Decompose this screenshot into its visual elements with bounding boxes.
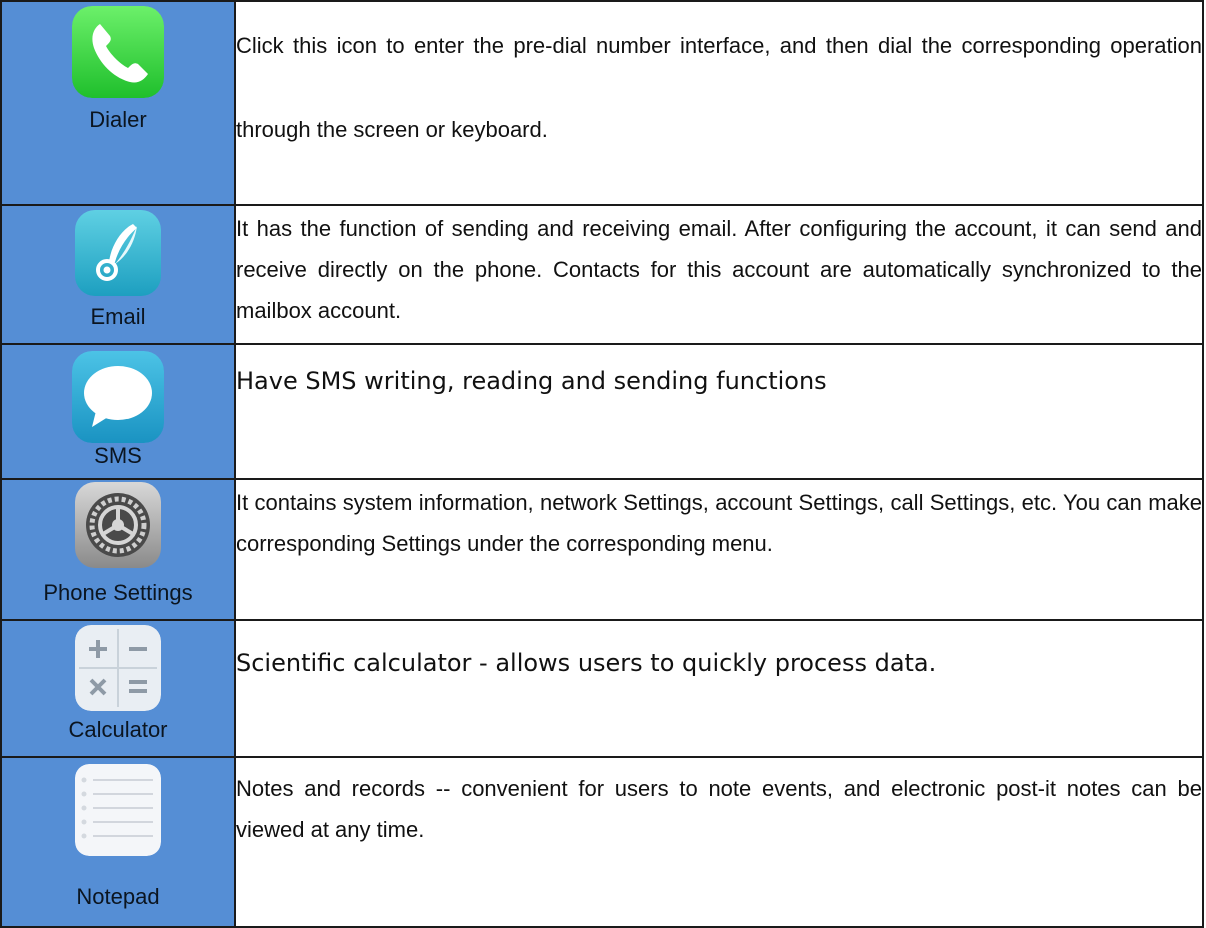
description: It contains system information, network …	[234, 478, 1204, 622]
calculator-icon	[75, 625, 161, 712]
app-label: Phone Settings	[43, 580, 193, 606]
notepad-icon	[75, 764, 161, 857]
description: Have SMS writing, reading and sending fu…	[234, 343, 1204, 481]
icon-cell: Notepad	[0, 756, 236, 928]
table-row: Email It has the function of sending and…	[0, 204, 1204, 346]
phone-icon	[72, 6, 164, 98]
app-feature-table: Dialer Click this icon to enter the pre-…	[0, 0, 1204, 928]
description: Scientific calculator - allows users to …	[234, 619, 1204, 759]
icon-cell: SMS	[0, 343, 236, 481]
app-label: Email	[90, 304, 146, 330]
table-row: Dialer Click this icon to enter the pre-…	[0, 0, 1204, 207]
speech-bubble-icon	[72, 351, 164, 444]
icon-cell: Phone Settings	[0, 478, 236, 622]
icon-cell: Email	[0, 204, 236, 346]
app-label: Dialer	[89, 107, 147, 132]
app-label: Calculator	[68, 717, 168, 743]
app-label: SMS	[94, 443, 142, 469]
icon-cell: Dialer	[0, 0, 236, 207]
description: Click this icon to enter the pre-dial nu…	[234, 0, 1204, 207]
app-label: Notepad	[76, 884, 160, 910]
gear-icon	[75, 482, 161, 569]
description: It has the function of sending and recei…	[234, 204, 1204, 346]
table-row: Calculator Scientific calculator - allow…	[0, 619, 1204, 759]
table-row: SMS Have SMS writing, reading and sendin…	[0, 343, 1204, 481]
email-quill-icon	[75, 210, 161, 297]
table-row: Phone Settings It contains system inform…	[0, 478, 1204, 622]
table-row: Notepad Notes and records -- convenient …	[0, 756, 1204, 928]
icon-cell: Calculator	[0, 619, 236, 759]
description: Notes and records -- convenient for user…	[234, 756, 1204, 928]
